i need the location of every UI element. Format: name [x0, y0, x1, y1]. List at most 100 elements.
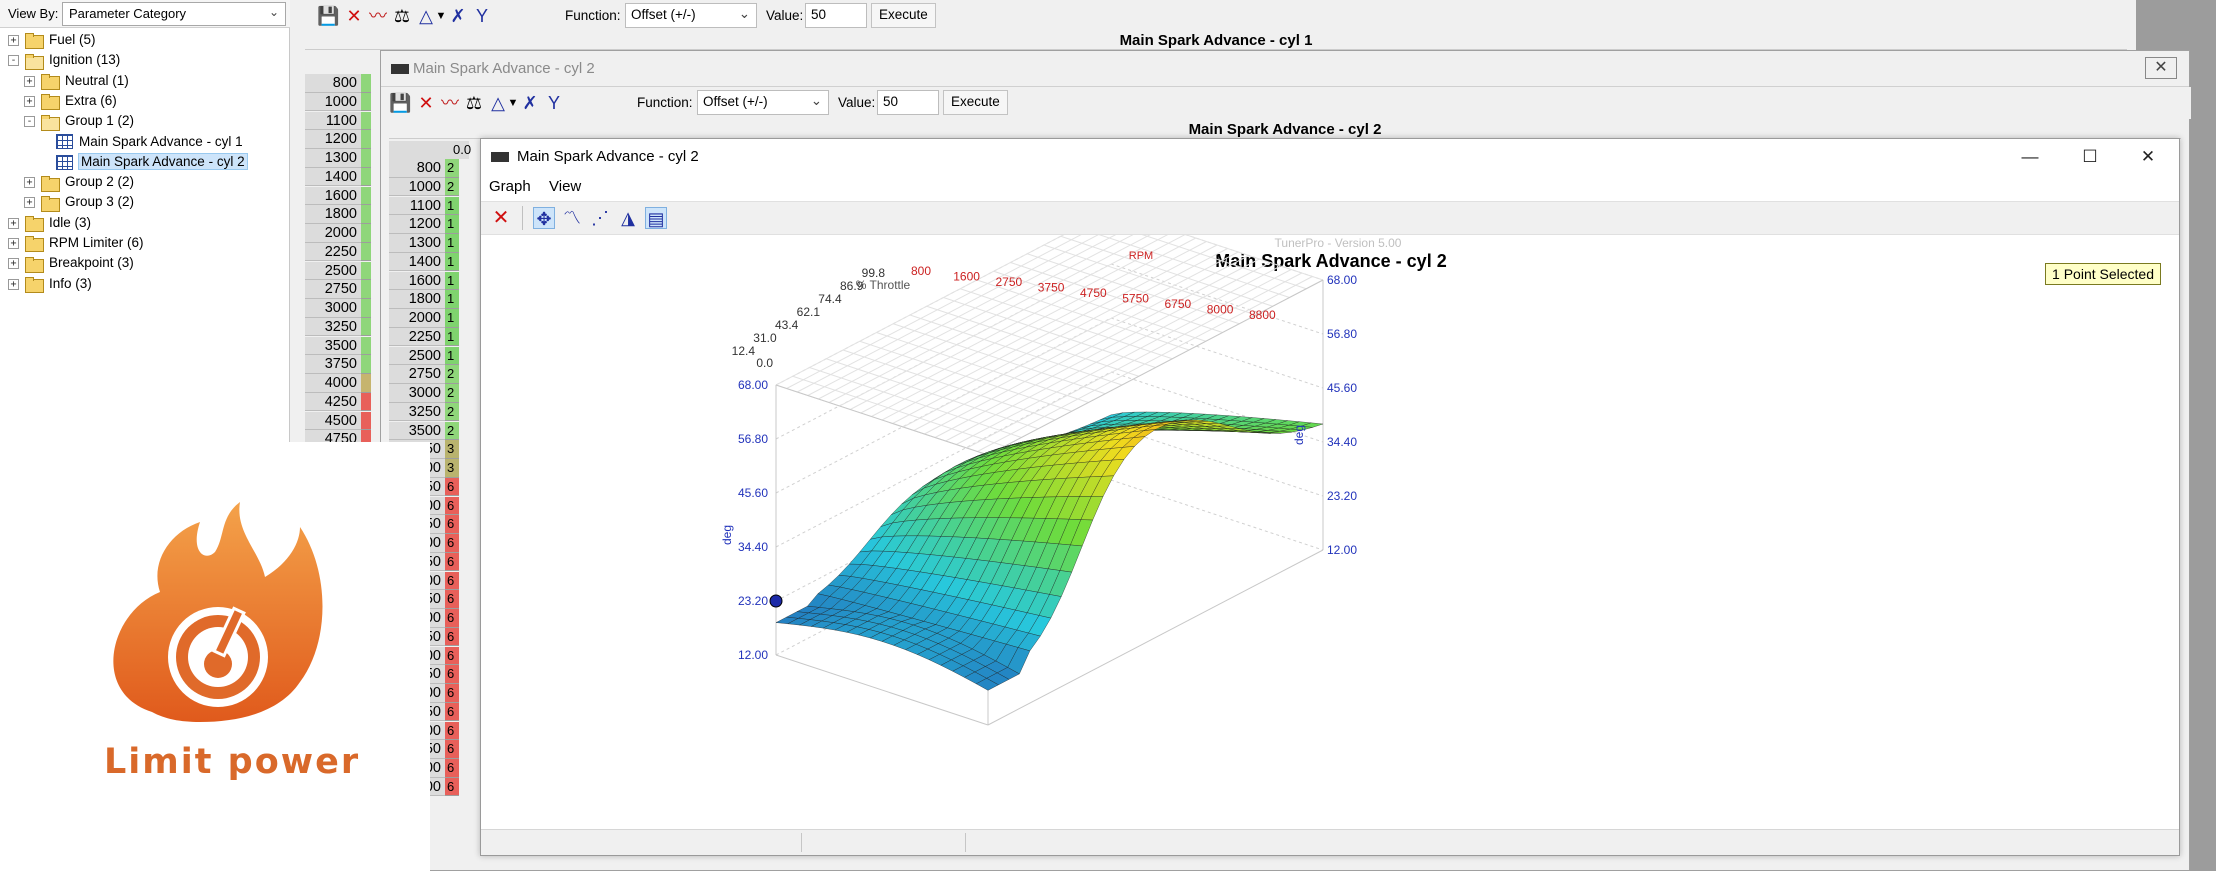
save-icon[interactable]: 💾: [389, 92, 411, 114]
graph-icon[interactable]: 〰: [439, 92, 461, 114]
tree-item[interactable]: + Idle (3): [8, 213, 91, 233]
table-cell[interactable]: 6: [445, 646, 459, 666]
expand-icon[interactable]: +: [8, 34, 19, 46]
rpm-row-header[interactable]: 2250: [389, 327, 445, 347]
tree-item[interactable]: + Extra (6): [24, 91, 117, 111]
table-cell[interactable]: 6: [445, 627, 459, 647]
plot-scatter-icon[interactable]: ⋰: [589, 207, 611, 229]
graph-icon[interactable]: 〰: [367, 5, 389, 27]
table-cell[interactable]: 6: [445, 496, 459, 516]
y-axis-icon[interactable]: Y: [543, 92, 565, 114]
expand-icon[interactable]: +: [24, 177, 35, 189]
table-cell[interactable]: [361, 167, 371, 187]
table-cell[interactable]: 1: [445, 215, 459, 234]
rpm-row-header[interactable]: 3500: [389, 421, 445, 441]
table-cell[interactable]: 6: [445, 777, 459, 797]
rpm-row-header[interactable]: 1600: [389, 271, 445, 291]
value-input[interactable]: 50: [805, 3, 867, 28]
table-cell[interactable]: 6: [445, 609, 459, 628]
tree-item[interactable]: Main Spark Advance - cyl 1: [40, 132, 243, 152]
expand-icon[interactable]: +: [8, 278, 19, 290]
table-cell[interactable]: 6: [445, 571, 459, 591]
table-cell[interactable]: 6: [445, 759, 459, 778]
table-cell[interactable]: [361, 130, 371, 149]
rpm-row-header[interactable]: 3000: [305, 299, 361, 318]
graph-plot-area[interactable]: 1 Point Selected TunerPro - Version 5.00…: [481, 209, 2181, 830]
table-cell[interactable]: 6: [445, 665, 459, 684]
tree-item[interactable]: + Neutral (1): [24, 71, 129, 91]
rpm-row-header[interactable]: 1600: [305, 186, 361, 206]
rpm-row-header[interactable]: 3000: [389, 384, 445, 403]
table-cell[interactable]: 6: [445, 534, 459, 553]
table-cell[interactable]: [361, 224, 371, 243]
rpm-row-header[interactable]: 1200: [305, 130, 361, 149]
table-cell[interactable]: [361, 317, 371, 337]
table-cell[interactable]: 2: [445, 159, 459, 178]
execute-button[interactable]: Execute: [871, 3, 936, 28]
table-cell[interactable]: [361, 374, 371, 393]
rpm-row-header[interactable]: 3500: [305, 336, 361, 356]
tree-item[interactable]: + RPM Limiter (6): [8, 233, 144, 253]
expand-icon[interactable]: +: [24, 197, 35, 209]
tree-item[interactable]: + Group 2 (2): [24, 172, 134, 192]
tree-item[interactable]: - Group 1 (2): [24, 111, 134, 131]
table-cell[interactable]: 1: [445, 346, 459, 366]
rpm-row-header[interactable]: 1800: [389, 290, 445, 309]
balance-icon[interactable]: ⚖: [391, 5, 413, 27]
table-cell[interactable]: [361, 411, 371, 431]
tree-item[interactable]: - Ignition (13): [8, 50, 120, 70]
table-cell[interactable]: [361, 186, 371, 206]
collapse-icon[interactable]: -: [8, 55, 19, 67]
tree-item[interactable]: + Fuel (5): [8, 30, 96, 50]
rpm-row-header[interactable]: 1000: [389, 177, 445, 197]
table-cell[interactable]: [361, 149, 371, 168]
rpm-row-header[interactable]: 3250: [305, 317, 361, 337]
rpm-row-header[interactable]: 1000: [305, 92, 361, 112]
table-cell[interactable]: [361, 92, 371, 112]
x-axis-icon[interactable]: ✗: [519, 92, 541, 114]
table-cell[interactable]: [361, 299, 371, 318]
close-button[interactable]: ✕: [2145, 57, 2177, 79]
x-axis-icon[interactable]: ✗: [447, 5, 469, 27]
table-cell[interactable]: [361, 355, 371, 374]
move-icon[interactable]: ✥: [533, 207, 555, 229]
rpm-row-header[interactable]: 1300: [389, 234, 445, 253]
execute-button[interactable]: Execute: [943, 90, 1008, 115]
table-cell[interactable]: 6: [445, 477, 459, 497]
table-cell[interactable]: 1: [445, 309, 459, 328]
tree-item[interactable]: + Info (3): [8, 274, 92, 294]
rpm-row-header[interactable]: 1300: [305, 149, 361, 168]
table-cell[interactable]: 3: [445, 459, 459, 478]
table-cell[interactable]: 2: [445, 365, 459, 384]
table-cell[interactable]: 1: [445, 196, 459, 216]
table-cell[interactable]: [361, 392, 371, 412]
expand-icon[interactable]: +: [24, 95, 35, 107]
table-cell[interactable]: [361, 261, 371, 281]
rpm-row-header[interactable]: 1400: [305, 167, 361, 187]
close-red-icon[interactable]: ✕: [343, 5, 365, 27]
y-axis-icon[interactable]: Y: [471, 5, 493, 27]
rpm-row-header[interactable]: 1100: [305, 111, 361, 131]
expand-icon[interactable]: +: [8, 217, 19, 229]
table-cell[interactable]: 1: [445, 271, 459, 291]
rpm-row-header[interactable]: 2000: [389, 309, 445, 328]
function-select[interactable]: Offset (+/-) ⌄: [625, 3, 757, 28]
table-cell[interactable]: [361, 280, 371, 299]
table-cell[interactable]: 6: [445, 515, 459, 534]
table-cell[interactable]: 2: [445, 177, 459, 197]
balance-icon[interactable]: ⚖: [463, 92, 485, 114]
table-cell[interactable]: 2: [445, 421, 459, 441]
minimize-button[interactable]: —: [2007, 145, 2053, 169]
rpm-row-header[interactable]: 1800: [305, 205, 361, 224]
surface-chart[interactable]: TunerPro - Version 5.00 Main Spark Advan…: [481, 209, 2181, 830]
plot-line-icon[interactable]: 〽: [561, 207, 583, 229]
table-cell[interactable]: 6: [445, 721, 459, 741]
table-cell[interactable]: 1: [445, 327, 459, 347]
rpm-row-header[interactable]: 4000: [305, 374, 361, 393]
table-cell[interactable]: 6: [445, 684, 459, 703]
rpm-row-header[interactable]: 800: [305, 74, 361, 93]
close-red-icon[interactable]: ✕: [415, 92, 437, 114]
menu-view[interactable]: View: [549, 178, 581, 195]
rpm-row-header[interactable]: 4250: [305, 392, 361, 412]
value-input[interactable]: 50: [877, 90, 939, 115]
